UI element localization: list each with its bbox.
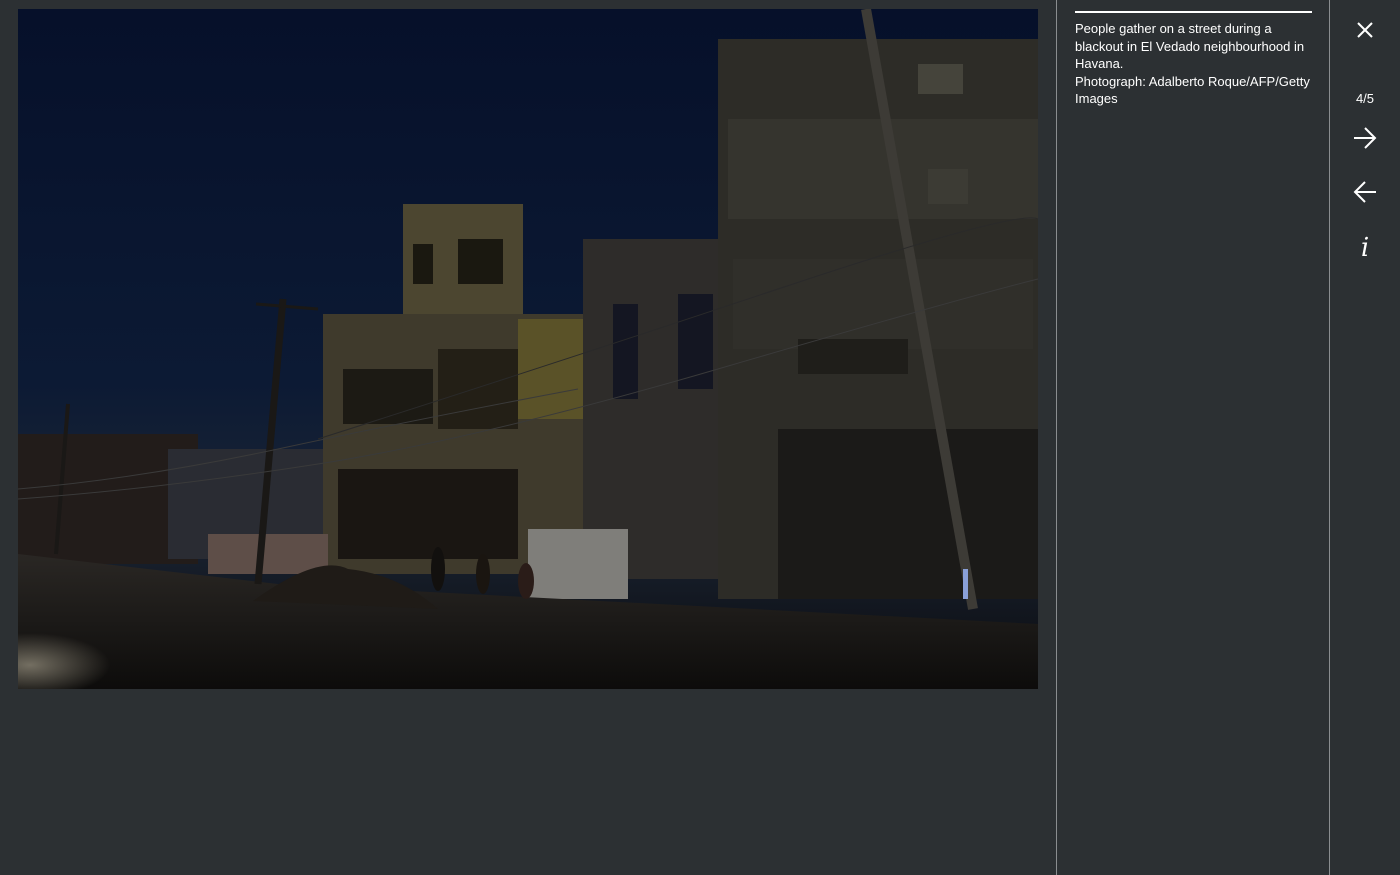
- previous-photo-button[interactable]: [1348, 175, 1382, 209]
- caption-text: People gather on a street during a black…: [1075, 21, 1305, 71]
- info-icon: i: [1360, 233, 1370, 263]
- arrow-right-icon: [1354, 127, 1377, 149]
- caption-panel: People gather on a street during a black…: [1057, 0, 1329, 875]
- arrow-left-icon: [1353, 181, 1376, 203]
- caption-rule: [1075, 11, 1312, 13]
- gallery-photo: [18, 9, 1038, 689]
- close-icon: [1357, 22, 1373, 38]
- info-button[interactable]: i: [1348, 231, 1382, 265]
- gallery-lightbox: People gather on a street during a black…: [0, 0, 1400, 875]
- photo-caption: People gather on a street during a black…: [1075, 20, 1320, 108]
- nav-panel: 4/5 i: [1330, 0, 1400, 875]
- close-button[interactable]: [1348, 13, 1382, 47]
- photo-credit: Photograph: Adalberto Roque/AFP/Getty Im…: [1075, 73, 1310, 107]
- photo-counter: 4/5: [1355, 91, 1375, 106]
- next-photo-button[interactable]: [1348, 121, 1382, 155]
- photo-area: [0, 0, 1056, 875]
